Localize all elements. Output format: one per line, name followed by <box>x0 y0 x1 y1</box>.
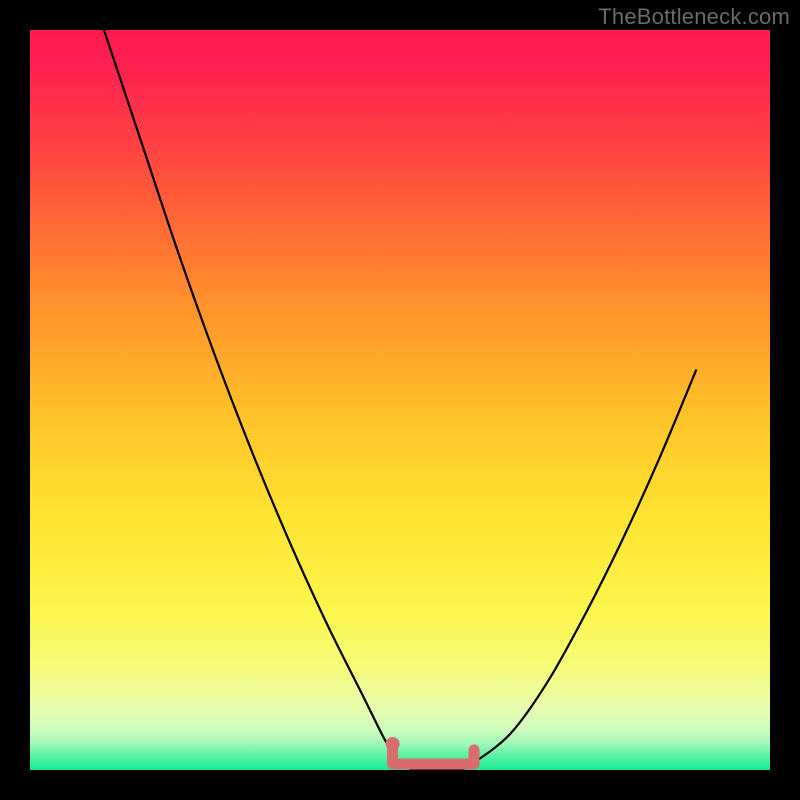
flat-region-start-dot <box>386 737 400 751</box>
bottleneck-curve-svg <box>30 30 770 770</box>
flat-region-marker <box>393 750 474 764</box>
chart-frame <box>30 30 770 770</box>
bottleneck-curve <box>104 30 696 770</box>
watermark-text: TheBottleneck.com <box>598 4 790 30</box>
